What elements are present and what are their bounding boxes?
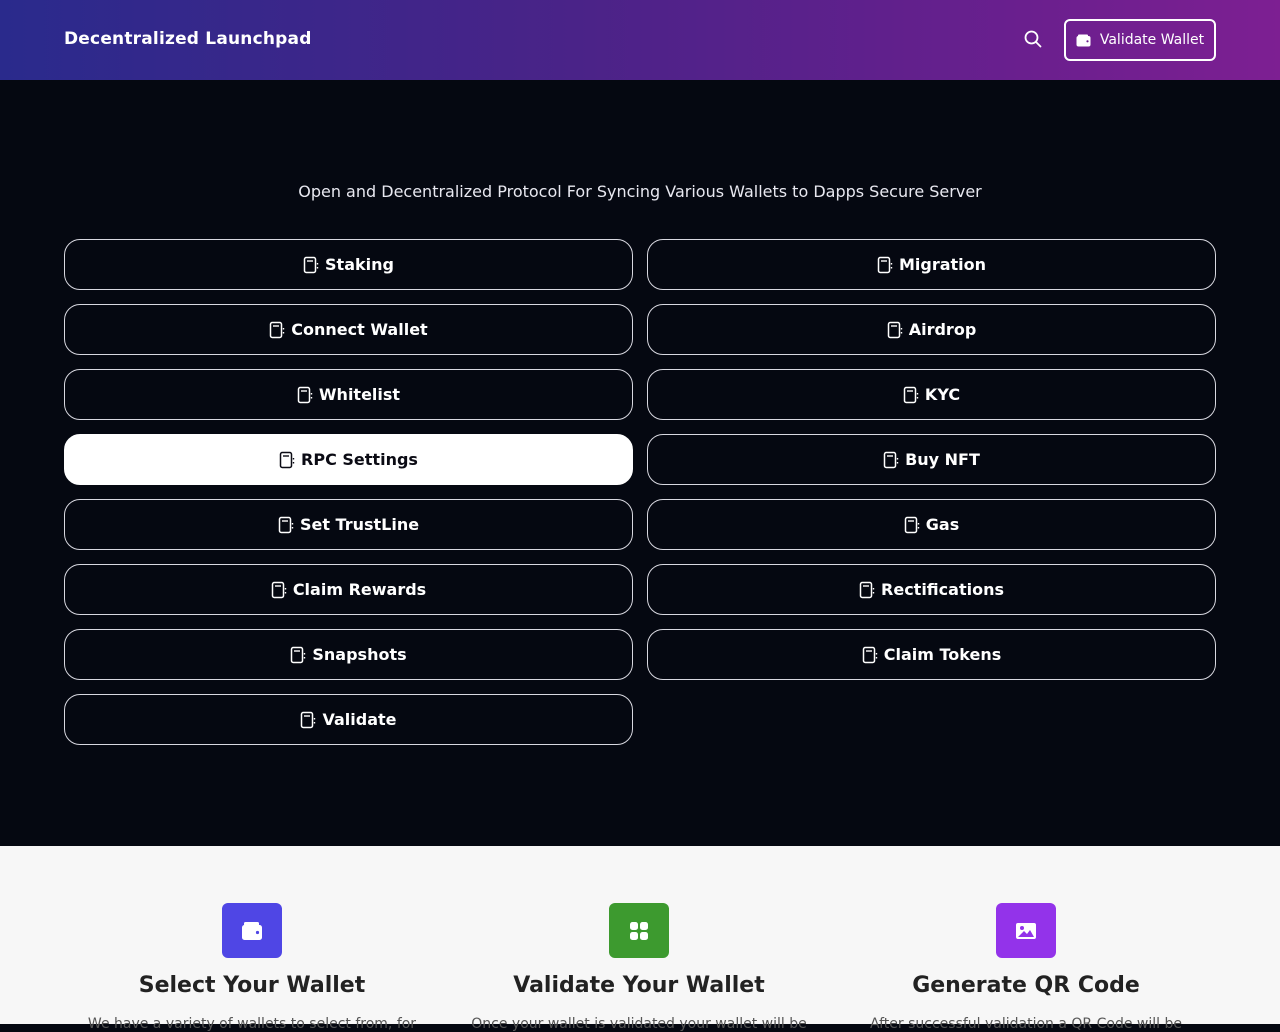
option-button-label: Connect Wallet bbox=[291, 320, 428, 339]
option-button-label: Migration bbox=[898, 255, 987, 274]
clipboard-icon bbox=[862, 646, 877, 663]
search-icon bbox=[1024, 30, 1042, 48]
feature-description: After successful validation a QR Code wi… bbox=[870, 1016, 1182, 1032]
staking-button[interactable]: Staking bbox=[64, 239, 633, 290]
option-button-label: KYC bbox=[924, 385, 961, 404]
clipboard-icon bbox=[903, 386, 919, 403]
claim-rewards-button[interactable]: Claim Rewards bbox=[64, 564, 633, 615]
hero-subtitle: Open and Decentralized Protocol For Sync… bbox=[298, 182, 982, 201]
hero-section: Open and Decentralized Protocol For Sync… bbox=[0, 80, 1280, 846]
airdrop-button[interactable]: Airdrop bbox=[647, 304, 1216, 355]
option-button-label: Buy NFT bbox=[905, 450, 980, 469]
set-trustline-button[interactable]: Set TrustLine bbox=[64, 499, 633, 550]
connect-wallet-button[interactable]: Connect Wallet bbox=[64, 304, 633, 355]
buy-nft-button[interactable]: Buy NFT bbox=[647, 434, 1216, 485]
wallet-icon bbox=[222, 903, 282, 958]
grid-icon bbox=[609, 903, 669, 958]
gas-button[interactable]: Gas bbox=[647, 499, 1216, 550]
option-button-label: Set TrustLine bbox=[299, 515, 420, 534]
clipboard-icon bbox=[877, 256, 893, 273]
clipboard-icon bbox=[271, 581, 287, 598]
whitelist-button[interactable]: Whitelist bbox=[64, 369, 633, 420]
migration-button[interactable]: Migration bbox=[647, 239, 1216, 290]
clipboard-icon bbox=[270, 321, 285, 338]
clipboard-icon bbox=[904, 516, 919, 533]
clipboard-icon bbox=[887, 321, 902, 338]
search-button[interactable] bbox=[1020, 26, 1046, 52]
rpc-settings-button[interactable]: RPC Settings bbox=[64, 434, 633, 485]
brand-title[interactable]: Decentralized Launchpad bbox=[64, 29, 312, 49]
option-button-label: Gas bbox=[925, 515, 960, 534]
validate-wallet-label: Validate Wallet bbox=[1099, 32, 1205, 48]
option-button-label: Claim Rewards bbox=[292, 580, 427, 599]
option-button-grid: Staking Migration Connect Wallet Airdrop Whi… bbox=[64, 239, 1216, 745]
option-button-label: Claim Tokens bbox=[883, 645, 1002, 664]
rectifications-button[interactable]: Rectifications bbox=[647, 564, 1216, 615]
validate-button[interactable]: Validate bbox=[64, 694, 633, 745]
clipboard-icon bbox=[279, 451, 295, 468]
feature-title: Select Your Wallet bbox=[138, 973, 366, 998]
wallet-icon bbox=[1076, 34, 1091, 46]
option-button-label: Rectifications bbox=[881, 580, 1004, 599]
claim-tokens-button[interactable]: Claim Tokens bbox=[647, 629, 1216, 680]
clipboard-icon bbox=[303, 256, 319, 273]
feature-description: We have a variety of wallets to select f… bbox=[87, 1016, 417, 1032]
feature-title: Generate QR Code bbox=[912, 973, 1140, 998]
clipboard-icon bbox=[301, 711, 316, 728]
option-button-label: RPC Settings bbox=[301, 450, 418, 469]
snapshots-button[interactable]: Snapshots bbox=[64, 629, 633, 680]
clipboard-icon bbox=[297, 386, 313, 403]
validate-wallet-button[interactable]: Validate Wallet bbox=[1064, 19, 1216, 61]
clipboard-icon bbox=[278, 516, 294, 533]
option-button-label: Airdrop bbox=[908, 320, 977, 339]
feature-title: Validate Your Wallet bbox=[513, 973, 765, 998]
option-button-label: Whitelist bbox=[318, 385, 401, 404]
header: Decentralized Launchpad Validate Wallet bbox=[0, 0, 1280, 80]
clipboard-icon bbox=[859, 581, 875, 598]
option-button-label: Validate bbox=[322, 710, 397, 729]
clipboard-icon bbox=[291, 646, 306, 663]
image-icon bbox=[996, 903, 1056, 958]
clipboard-icon bbox=[883, 451, 899, 468]
kyc-button[interactable]: KYC bbox=[647, 369, 1216, 420]
option-button-label: Snapshots bbox=[312, 645, 407, 664]
option-button-label: Staking bbox=[325, 255, 394, 274]
feature-description: Once your wallet is validated your walle… bbox=[471, 1016, 807, 1032]
features-section: Select Your Wallet We have a variety of w… bbox=[0, 846, 1280, 1032]
